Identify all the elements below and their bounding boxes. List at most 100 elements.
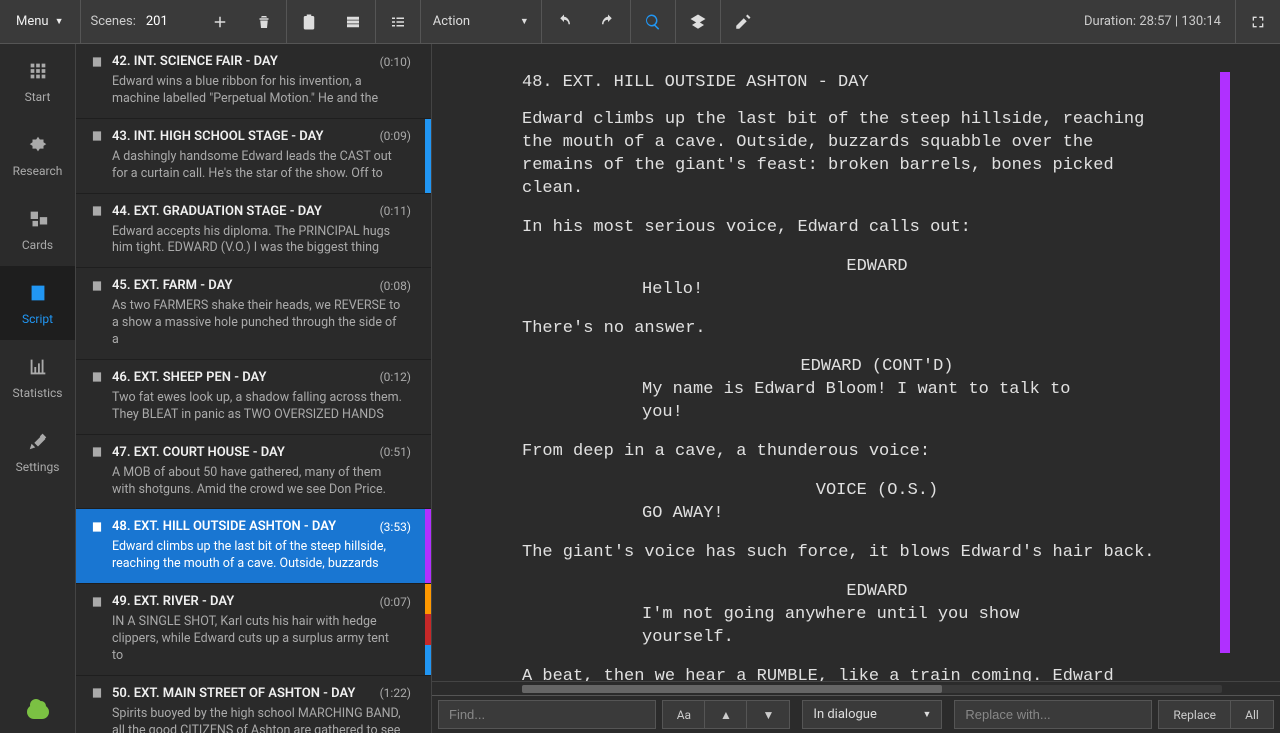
horizontal-scrollbar[interactable] — [432, 681, 1280, 695]
scene-duration: (3:53) — [380, 520, 417, 534]
scene-item-48[interactable]: 48. EXT. HILL OUTSIDE ASHTON - DAY (3:53)… — [76, 509, 431, 584]
scene-title: 50. EXT. MAIN STREET OF ASHTON - DAY — [112, 686, 355, 701]
scene-stripes — [425, 360, 431, 434]
scene-icon — [90, 595, 104, 609]
clipboard-button[interactable] — [287, 0, 331, 43]
scene-icon — [90, 370, 104, 384]
nav-item-cards[interactable]: Cards — [0, 192, 75, 266]
scene-item-49[interactable]: 49. EXT. RIVER - DAY(0:07)IN A SINGLE SH… — [76, 584, 431, 676]
scene-title: 44. EXT. GRADUATION STAGE - DAY — [112, 204, 322, 219]
nav-item-start[interactable]: Start — [0, 44, 75, 118]
layers-button[interactable] — [676, 0, 720, 43]
scenes-label: Scenes: — [81, 14, 146, 29]
character-cue[interactable]: VOICE (O.S.) — [522, 480, 1162, 503]
scene-item-42[interactable]: 42. INT. SCIENCE FAIR - DAY(0:10)Edward … — [76, 44, 431, 119]
left-nav: StartResearchCardsScriptStatisticsSettin… — [0, 44, 76, 733]
scene-stripes — [425, 435, 431, 509]
action-block[interactable]: There's no answer. — [522, 318, 1162, 341]
nav-item-statistics[interactable]: Statistics — [0, 340, 75, 414]
scene-stripes — [425, 119, 431, 193]
find-bar: Aa ▲ ▼ In dialogue▼ Replace All — [432, 695, 1280, 733]
scene-title: 45. EXT. FARM - DAY — [112, 278, 233, 293]
scene-stripes — [425, 44, 431, 118]
find-next-button[interactable]: ▼ — [747, 701, 789, 728]
scene-summary: Edward accepts his diploma. The PRINCIPA… — [112, 224, 403, 258]
find-prev-button[interactable]: ▲ — [705, 701, 747, 728]
scene-title: 43. INT. HIGH SCHOOL STAGE - DAY — [112, 129, 324, 144]
scene-icon — [90, 129, 104, 143]
scene-summary: A dashingly handsome Edward leads the CA… — [112, 149, 403, 183]
scene-duration: (0:09) — [380, 129, 417, 143]
action-block[interactable]: Edward climbs up the last bit of the ste… — [522, 109, 1162, 201]
scene-item-47[interactable]: 47. EXT. COURT HOUSE - DAY(0:51)A MOB of… — [76, 435, 431, 510]
scene-duration: (0:11) — [380, 204, 417, 218]
character-cue[interactable]: EDWARD — [522, 581, 1162, 604]
list-view-button[interactable] — [376, 0, 420, 43]
character-cue[interactable]: EDWARD (CONT'D) — [522, 356, 1162, 379]
scene-summary: As two FARMERS shake their heads, we REV… — [112, 298, 403, 349]
menu-button[interactable]: Menu▼ — [0, 0, 80, 43]
scene-color-stripe — [1220, 72, 1230, 653]
scene-summary: Edward wins a blue ribbon for his invent… — [112, 74, 403, 108]
scene-icon — [90, 520, 104, 534]
panel-toggle-button[interactable] — [331, 0, 375, 43]
element-type-select[interactable]: Action▼ — [421, 0, 541, 43]
nav-item-settings[interactable]: Settings — [0, 414, 75, 488]
editor-pane: 48. EXT. HILL OUTSIDE ASHTON - DAY Edwar… — [432, 44, 1280, 733]
scenes-count: 201 — [146, 14, 198, 29]
scene-item-46[interactable]: 46. EXT. SHEEP PEN - DAY (0:12) Two fat ew… — [76, 360, 431, 435]
find-input[interactable] — [438, 700, 656, 729]
undo-button[interactable] — [542, 0, 586, 43]
action-block[interactable]: A beat, then we hear a RUMBLE, like a tr… — [522, 666, 1162, 681]
scene-stripes — [425, 584, 431, 675]
dialogue-block[interactable]: GO AWAY! — [522, 503, 1162, 526]
scene-stripes — [425, 194, 431, 268]
dialogue-block[interactable]: Hello! — [522, 279, 1162, 302]
scene-title: 46. EXT. SHEEP PEN - DAY — [112, 370, 266, 385]
delete-scene-button[interactable] — [242, 0, 286, 43]
scene-stripes — [425, 268, 431, 359]
action-block[interactable]: From deep in a cave, a thunderous voice: — [522, 441, 1162, 464]
scene-duration: (0:07) — [380, 595, 417, 609]
scene-icon — [90, 686, 104, 700]
character-cue[interactable]: EDWARD — [522, 256, 1162, 279]
scene-title: 42. INT. SCIENCE FAIR - DAY — [112, 54, 278, 69]
duration-display: Duration: 28:57 | 130:14 — [1070, 14, 1235, 29]
topbar: Menu▼ Scenes: 201 Action▼ — [0, 0, 1280, 44]
scene-icon — [90, 445, 104, 459]
action-block[interactable]: In his most serious voice, Edward calls … — [522, 217, 1162, 240]
scene-title: 48. EXT. HILL OUTSIDE ASHTON - DAY — [112, 519, 336, 534]
scene-icon — [90, 279, 104, 293]
scene-duration: (0:08) — [380, 279, 417, 293]
scene-duration: (1:22) — [380, 686, 417, 700]
cloud-sync-icon[interactable] — [27, 705, 49, 719]
edit-button[interactable] — [721, 0, 765, 43]
scene-list[interactable]: 42. INT. SCIENCE FAIR - DAY(0:10)Edward … — [76, 44, 432, 733]
search-button[interactable] — [631, 0, 675, 43]
dialogue-block[interactable]: I'm not going anywhere until you show yo… — [522, 604, 1162, 650]
scene-heading[interactable]: 48. EXT. HILL OUTSIDE ASHTON - DAY — [522, 72, 1162, 95]
replace-button[interactable]: Replace — [1159, 701, 1231, 728]
scene-stripes — [425, 509, 431, 583]
scene-item-45[interactable]: 45. EXT. FARM - DAY (0:08) As two FARMERS … — [76, 268, 431, 360]
dialogue-block[interactable]: My name is Edward Bloom! I want to talk … — [522, 379, 1162, 425]
nav-item-script[interactable]: Script — [0, 266, 75, 340]
script-area[interactable]: 48. EXT. HILL OUTSIDE ASHTON - DAY Edwar… — [432, 44, 1280, 681]
scene-title: 49. EXT. RIVER - DAY — [112, 594, 234, 609]
scene-duration: (0:12) — [380, 370, 417, 384]
fullscreen-button[interactable] — [1236, 0, 1280, 43]
scene-item-44[interactable]: 44. EXT. GRADUATION STAGE - DAY (0:11) Edw… — [76, 194, 431, 269]
scene-item-43[interactable]: 43. INT. HIGH SCHOOL STAGE - DAY (0:09) A … — [76, 119, 431, 194]
scene-summary: Spirits buoyed by the high school MARCHI… — [112, 706, 403, 733]
redo-button[interactable] — [586, 0, 630, 43]
match-case-button[interactable]: Aa — [663, 701, 705, 728]
replace-all-button[interactable]: All — [1231, 701, 1273, 728]
replace-input[interactable] — [954, 700, 1152, 729]
nav-item-research[interactable]: Research — [0, 118, 75, 192]
scene-summary: Two fat ewes look up, a shadow falling a… — [112, 390, 403, 424]
scene-item-50[interactable]: 50. EXT. MAIN STREET OF ASHTON - DAY (1:2… — [76, 676, 431, 733]
find-scope-select[interactable]: In dialogue▼ — [802, 700, 942, 729]
add-scene-button[interactable] — [198, 0, 242, 43]
scene-icon — [90, 204, 104, 218]
action-block[interactable]: The giant's voice has such force, it blo… — [522, 542, 1162, 565]
